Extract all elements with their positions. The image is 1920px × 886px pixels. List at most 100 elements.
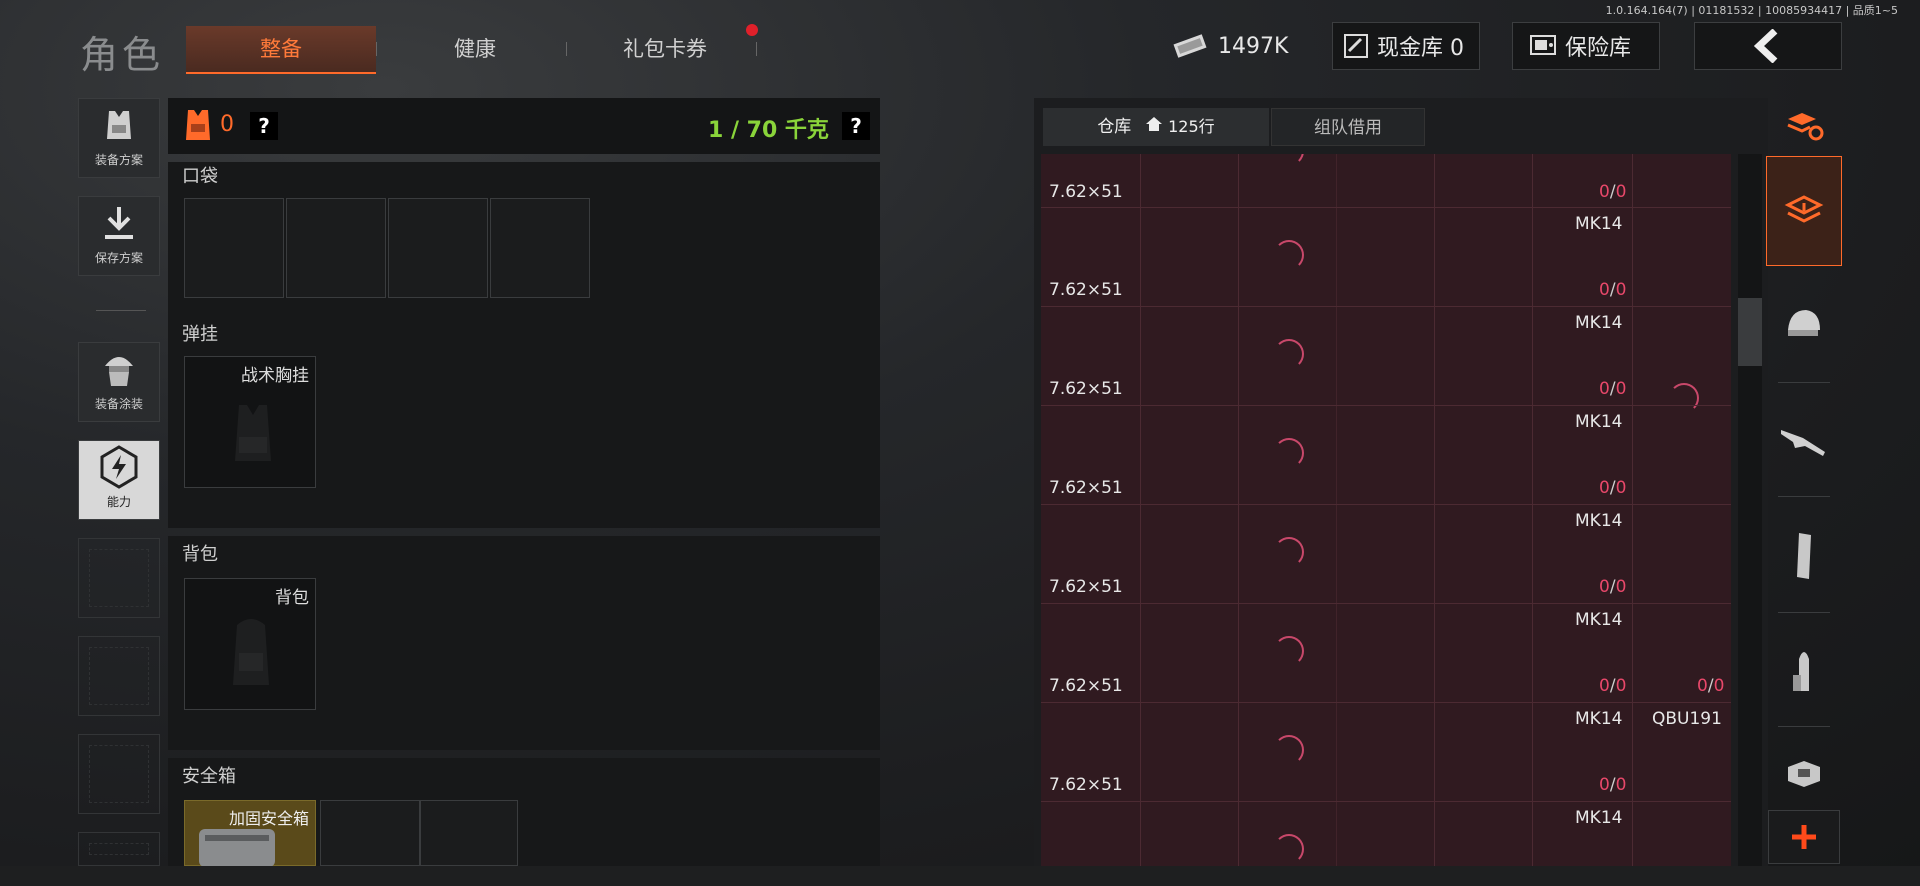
loading-spinner [1274,537,1304,567]
tab-divider [756,42,757,56]
warehouse-row[interactable]: MK14 7.62×51 0/0 [1041,505,1731,603]
item-count: 0/0 [1599,478,1627,498]
bullet-icon [1793,652,1809,691]
safe-icon [1530,35,1556,55]
category-rifle[interactable] [1766,400,1842,480]
rig-item-label: 战术胸挂 [241,366,309,386]
add-button[interactable] [1768,810,1840,864]
nav-label: 能力 [106,495,131,509]
item-count: 0/0 [1599,379,1627,399]
weapon-label: MK14 [1575,709,1623,729]
pocket-slot[interactable] [490,198,590,298]
warehouse-row[interactable]: MK14 7.62×51 0/0 [1041,307,1731,413]
tab-warehouse[interactable]: 仓库 125行 [1043,108,1269,146]
safebox-extra-slot[interactable] [320,800,420,866]
weapon-label: MK14 [1575,610,1623,630]
safebox-title: 安全箱 [182,766,236,787]
sight-icon [1788,761,1820,787]
currency-display[interactable]: 1497K [1170,22,1300,70]
loading-spinner [1274,636,1304,666]
tab-equip[interactable]: 整备 [186,26,376,74]
cash-icon [1173,34,1207,58]
home-icon [1145,117,1162,131]
backpack-title: 背包 [182,544,218,565]
pocket-slot[interactable] [388,198,488,298]
item-caliber: 7.62×51 [1049,775,1123,795]
category-helmet[interactable] [1766,284,1842,364]
safe-vault-button[interactable]: 保险库 [1512,22,1660,70]
layers-icon [1784,195,1824,223]
scrollbar-thumb[interactable] [1738,298,1762,366]
category-attachment[interactable] [1766,744,1842,804]
nav-equipment-skin[interactable]: 装备涂装 [78,342,160,422]
helmet-soldier-icon [105,357,133,386]
item-count: 0/0 [1599,280,1627,300]
download-icon [105,207,133,239]
tab-team-borrow[interactable]: 组队借用 [1271,108,1425,146]
item-count: 0/0 [1599,775,1627,795]
loading-spinner [1274,735,1304,765]
sort-refresh-button[interactable] [1766,98,1842,154]
chevron-left-icon [1753,29,1778,63]
backpack-slot[interactable]: 背包 [184,578,316,710]
warehouse-row[interactable]: MK14 QBU191 7.62×51 0/0 [1041,703,1731,801]
nav-empty-slot [78,538,160,618]
weight-help-button[interactable]: ? [842,112,870,140]
plus-icon [1792,825,1816,849]
item-count: 0/0 [1599,676,1627,696]
category-all[interactable] [1766,156,1842,266]
loading-spinner [1274,240,1304,270]
item-caliber: 7.62×51 [1049,676,1123,696]
help-button[interactable]: ? [250,112,278,140]
safebox-slot[interactable]: 加固安全箱 [184,800,316,867]
category-ammo[interactable] [1766,630,1842,710]
item-caliber: 7.62×51 [1049,478,1123,498]
back-button[interactable] [1694,22,1842,70]
category-divider [1778,496,1830,497]
ability-icon [100,445,138,489]
backpack-item-label: 背包 [275,588,309,608]
item-count: 0/0 [1599,182,1627,202]
warehouse-row[interactable]: MK14 7.62×51 0/0 [1041,208,1731,306]
category-magazine[interactable] [1766,516,1842,596]
nav-label: 装备涂装 [94,397,143,411]
rig-slot[interactable]: 战术胸挂 [184,356,316,488]
cash-vault-button[interactable]: 现金库 0 [1332,22,1480,70]
item-caliber: 7.62×51 [1049,280,1123,300]
item-count: 0/0 [1697,676,1725,696]
warehouse-row[interactable]: MK14 7.62×51 0/0 0/0 [1041,604,1731,702]
weapon-label: MK14 [1575,313,1623,333]
weapon-label: QBU191 [1652,709,1722,729]
warehouse-row[interactable]: MK14 [1041,802,1731,866]
rifle-icon [1781,430,1825,456]
warehouse-grid[interactable]: 7.62×51 0/0 MK14 7.62×51 0/0 MK14 7.62×5… [1041,154,1731,866]
weapon-label: MK14 [1575,412,1623,432]
nav-loadout-plan[interactable]: 装备方案 [78,98,160,178]
pocket-slot[interactable] [286,198,386,298]
nav-save-plan[interactable]: 保存方案 [78,196,160,276]
tab-gift[interactable]: 礼包卡券 [580,26,750,72]
warehouse-row[interactable]: MK14 7.62×51 0/0 [1041,406,1731,504]
scrollbar-track[interactable] [1738,154,1762,866]
nav-ability[interactable]: 能力 [78,440,160,520]
nav-label: 装备方案 [94,153,143,167]
notification-dot [746,24,758,36]
backpack-icon [233,619,269,685]
category-divider [1778,612,1830,613]
tab-health[interactable]: 健康 [390,26,560,72]
safebox-extra-slot[interactable] [420,800,518,866]
weapon-label: MK14 [1575,511,1623,531]
pocket-title: 口袋 [182,166,218,187]
warehouse-row-count: 125行 [1168,117,1215,136]
tab-divider [566,42,567,56]
pocket-slot[interactable] [184,198,284,298]
safebox-icon [199,829,275,867]
safe-vault-label: 保险库 [1565,36,1632,61]
weapon-label: MK14 [1575,214,1623,234]
bottom-bar [0,866,1920,886]
nav-empty-slot [78,636,160,716]
tab-divider [376,42,377,56]
version-text: 1.0.164.164(7) | 01181532 | 10085934417 … [1605,4,1898,17]
currency-value: 1497K [1218,33,1289,59]
category-divider [1778,382,1830,383]
